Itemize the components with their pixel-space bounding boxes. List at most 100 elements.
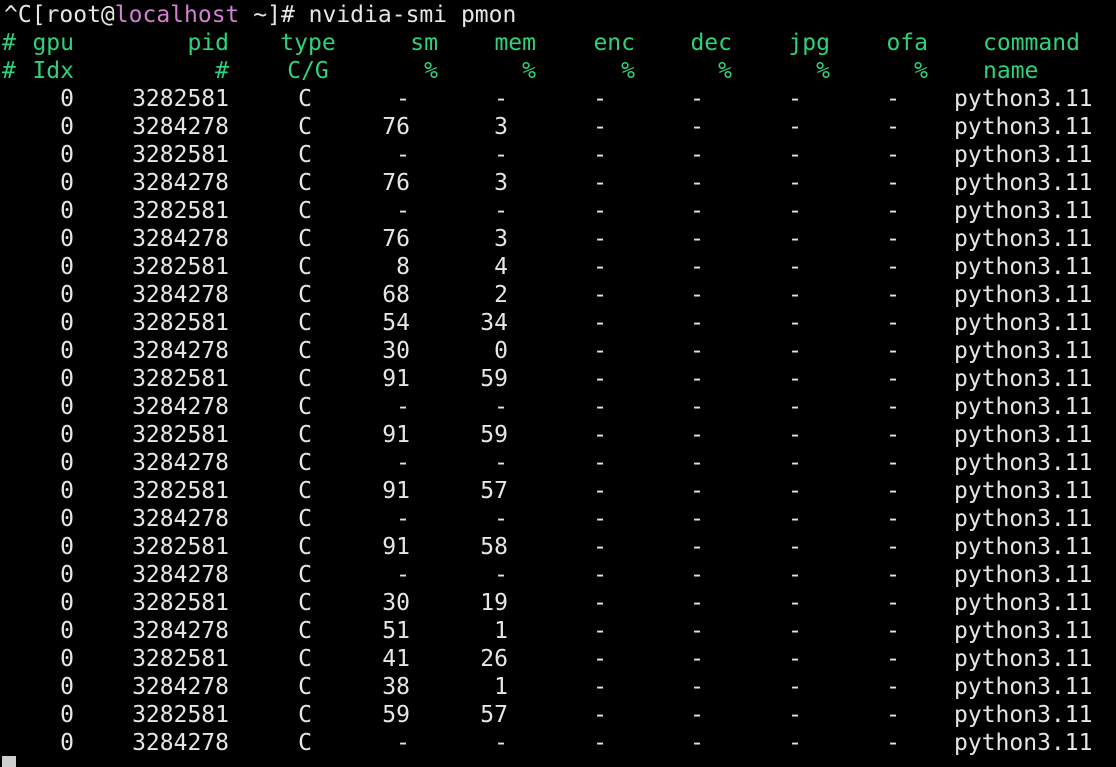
cell-enc: -	[593, 534, 607, 560]
cell-jpg: -	[788, 366, 802, 392]
cell-mem: 59	[480, 366, 508, 392]
cell-mem: 0	[494, 338, 508, 364]
cell-command: python3.11	[954, 646, 1093, 672]
cell-enc: -	[593, 86, 607, 112]
cell-enc: -	[593, 646, 607, 672]
cell-ofa: -	[886, 618, 900, 644]
cell-enc: -	[593, 338, 607, 364]
cell-gpu: 0	[60, 282, 74, 308]
cell-dec: -	[690, 366, 704, 392]
table-row: 0 3284278 C 38 1 - - - - python3.11	[0, 673, 1116, 701]
cell-mem: 19	[480, 590, 508, 616]
cell-mem: -	[494, 450, 508, 476]
cell-jpg: -	[788, 394, 802, 420]
cell-jpg: -	[788, 534, 802, 560]
cell-type: C	[298, 506, 312, 532]
table-row: 0 3282581 C 91 59 - - - - python3.11	[0, 421, 1116, 449]
cell-sm: -	[396, 394, 410, 420]
cell-ofa: -	[886, 226, 900, 252]
cell-command: python3.11	[954, 534, 1093, 560]
cell-dec: -	[690, 646, 704, 672]
cell-enc: -	[593, 562, 607, 588]
cell-sm: -	[396, 198, 410, 224]
cell-gpu: 0	[60, 506, 74, 532]
cell-mem: -	[494, 394, 508, 420]
cell-command: python3.11	[954, 282, 1093, 308]
table-row: 0 3284278 C 76 3 - - - - python3.11	[0, 225, 1116, 253]
cell-ofa: -	[886, 170, 900, 196]
cell-pid: 3282581	[132, 702, 229, 728]
cell-ofa: -	[886, 366, 900, 392]
cell-mem: -	[494, 86, 508, 112]
prompt-command: ~]# nvidia-smi pmon	[239, 2, 517, 28]
cell-type: C	[298, 450, 312, 476]
cell-pid: 3282581	[132, 422, 229, 448]
cell-dec: -	[690, 562, 704, 588]
cell-command: python3.11	[954, 618, 1093, 644]
cell-pid: 3282581	[132, 646, 229, 672]
cell-dec: -	[690, 254, 704, 280]
cell-pid: 3284278	[132, 170, 229, 196]
cell-gpu: 0	[60, 590, 74, 616]
cell-enc: -	[593, 730, 607, 756]
cell-enc: -	[593, 450, 607, 476]
cell-command: python3.11	[954, 506, 1093, 532]
cell-sm: 76	[382, 226, 410, 252]
terminal-window[interactable]: ^C[root@localhost ~]# nvidia-smi pmon # g…	[0, 0, 1116, 767]
cell-gpu: 0	[60, 674, 74, 700]
cell-command: python3.11	[954, 394, 1093, 420]
cell-mem: 58	[480, 534, 508, 560]
cell-command: python3.11	[954, 142, 1093, 168]
cell-type: C	[298, 366, 312, 392]
header-hash: #	[2, 30, 16, 56]
cell-dec: -	[690, 422, 704, 448]
header-type: type	[280, 30, 336, 56]
table-row: 0 3284278 C 51 1 - - - - python3.11	[0, 617, 1116, 645]
cell-pid: 3282581	[132, 310, 229, 336]
cell-dec: -	[690, 478, 704, 504]
cell-mem: 1	[494, 674, 508, 700]
cell-ofa: -	[886, 198, 900, 224]
cell-sm: 8	[396, 254, 410, 280]
cell-jpg: -	[788, 142, 802, 168]
cell-pid: 3284278	[132, 506, 229, 532]
table-row: 0 3282581 C 30 19 - - - - python3.11	[0, 589, 1116, 617]
cell-ofa: -	[886, 394, 900, 420]
cell-command: python3.11	[954, 338, 1093, 364]
cell-jpg: -	[788, 422, 802, 448]
cell-sm: 76	[382, 170, 410, 196]
cell-jpg: -	[788, 618, 802, 644]
cell-dec: -	[690, 310, 704, 336]
cell-command: python3.11	[954, 170, 1093, 196]
cell-ofa: -	[886, 562, 900, 588]
cell-ofa: -	[886, 450, 900, 476]
cell-dec: -	[690, 86, 704, 112]
cell-command: python3.11	[954, 86, 1093, 112]
cell-ofa: -	[886, 506, 900, 532]
header-mem: %	[522, 58, 536, 84]
cell-command: python3.11	[954, 366, 1093, 392]
cell-gpu: 0	[60, 338, 74, 364]
cell-type: C	[298, 534, 312, 560]
cell-enc: -	[593, 478, 607, 504]
cell-sm: 30	[382, 590, 410, 616]
table-row: 0 3282581 C - - - - - - python3.11	[0, 141, 1116, 169]
cell-enc: -	[593, 254, 607, 280]
cell-enc: -	[593, 170, 607, 196]
cell-pid: 3284278	[132, 450, 229, 476]
cell-type: C	[298, 142, 312, 168]
cell-sm: 54	[382, 310, 410, 336]
cell-type: C	[298, 646, 312, 672]
cell-ofa: -	[886, 254, 900, 280]
cell-gpu: 0	[60, 478, 74, 504]
table-row: 0 3282581 C 41 26 - - - - python3.11	[0, 645, 1116, 673]
header-enc: %	[621, 58, 635, 84]
cell-ofa: -	[886, 702, 900, 728]
cell-pid: 3284278	[132, 730, 229, 756]
table-row: 0 3282581 C - - - - - - python3.11	[0, 85, 1116, 113]
cell-pid: 3282581	[132, 142, 229, 168]
header-sm: sm	[410, 30, 438, 56]
header-dec: dec	[690, 30, 732, 56]
header-mem: mem	[494, 30, 536, 56]
table-row: 0 3284278 C - - - - - - python3.11	[0, 449, 1116, 477]
